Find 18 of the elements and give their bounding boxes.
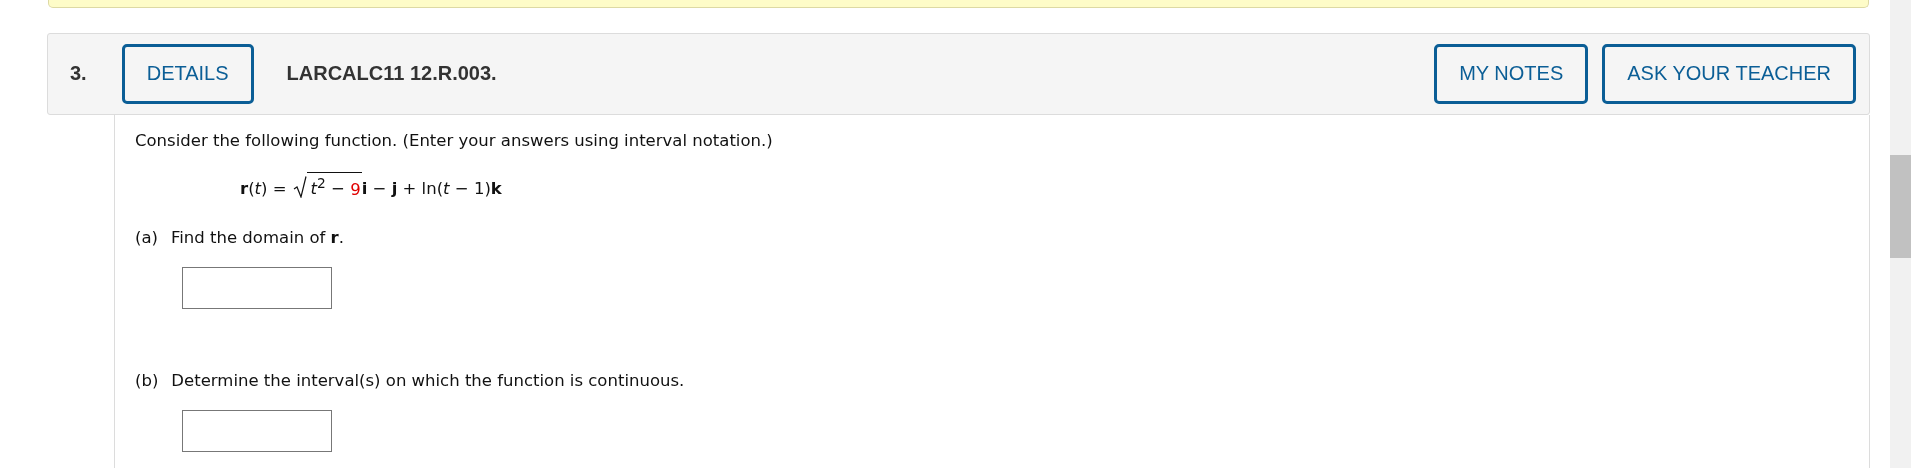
formula-lhs: r(t) = — [240, 179, 287, 198]
part-label: (a) — [135, 228, 158, 247]
scrollbar[interactable] — [1890, 0, 1911, 468]
answer-field[interactable] — [182, 410, 332, 452]
part-label: (b) — [135, 371, 159, 390]
instructions-text: Consider the following function. (Enter your answers using interval notation.) — [135, 130, 774, 150]
details-button[interactable]: DETAILS — [121, 43, 254, 104]
scrollbar-thumb[interactable] — [1890, 155, 1911, 258]
radicand: t$^{2}$ − 9 — [306, 171, 362, 198]
part-question: Find the domain of r. — [171, 228, 344, 247]
header-button[interactable]: ASK YOUR TEACHER — [1602, 43, 1856, 104]
part-question: Determine the interval(s) on which the function is continuous. — [171, 371, 685, 390]
answer-field[interactable] — [182, 267, 332, 309]
square-root-icon — [292, 176, 307, 198]
question-number: 3. — [70, 62, 87, 86]
formula-rest: i − j + ln(t − 1)k — [361, 179, 502, 198]
question-code: LARCALC11 12.R.003. — [286, 62, 498, 86]
header-button[interactable]: MY NOTES — [1434, 43, 1589, 104]
